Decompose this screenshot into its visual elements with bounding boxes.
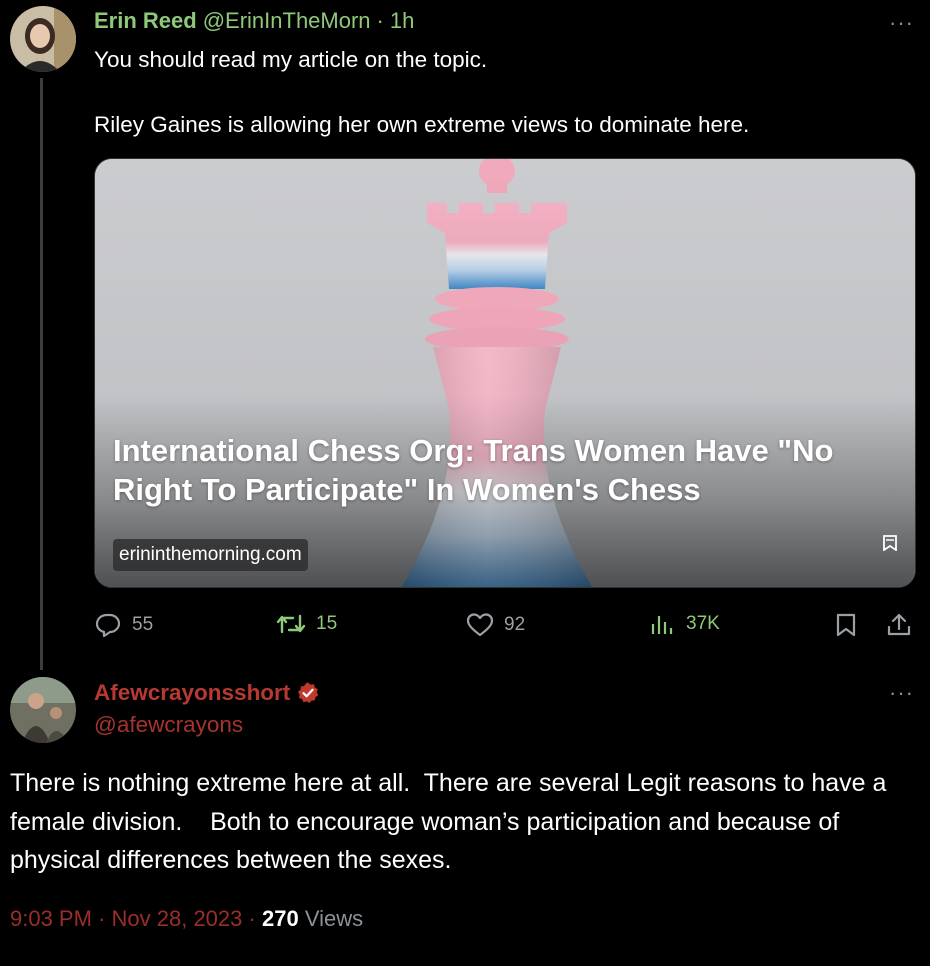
tweet-time[interactable]: 1h <box>390 8 414 34</box>
verified-badge-icon <box>298 682 319 703</box>
more-icon[interactable]: ··· <box>889 682 914 704</box>
card-domain[interactable]: erininthemorning.com <box>113 539 308 571</box>
bookmark-icon <box>836 613 856 637</box>
share-icon <box>887 613 911 636</box>
like-icon <box>466 613 494 637</box>
thread-connector <box>40 78 43 670</box>
tweet-time[interactable]: 9:03 PM <box>10 906 92 931</box>
tweet1-text: You should read my article on the topic.… <box>94 44 894 140</box>
tweet1-text-line: You should read my article on the topic. <box>94 47 488 72</box>
link-card[interactable]: International Chess Org: Trans Women Hav… <box>94 158 916 588</box>
card-title[interactable]: International Chess Org: Trans Women Hav… <box>113 431 903 509</box>
views-button[interactable]: 37K <box>650 612 720 636</box>
tweet1-header: Erin Reed @ErinInTheMorn · 1h <box>94 8 414 38</box>
bookmark-button[interactable] <box>834 612 858 638</box>
views-count: 270 <box>261 906 299 931</box>
tweet-date[interactable]: Nov 28, 2023 <box>112 906 243 931</box>
author-handle[interactable]: @ErinInTheMorn <box>203 8 371 34</box>
avatar-erin[interactable] <box>10 6 76 72</box>
separator: · <box>98 906 106 931</box>
tweet2-text: There is nothing extreme here at all. Th… <box>10 769 894 874</box>
repost-count: 15 <box>316 613 338 634</box>
reply-button[interactable]: 55 <box>94 612 153 638</box>
separator: · <box>248 906 256 931</box>
views-icon <box>651 616 673 634</box>
tweet2-meta: 9:03 PM · Nov 28, 2023 · 270 Views <box>10 906 363 932</box>
author-name[interactable]: Afewcrayonsshort <box>94 680 290 706</box>
tweet1-actions: 55 15 92 37K <box>94 612 918 640</box>
separator: · <box>376 8 384 33</box>
like-button[interactable]: 92 <box>466 612 525 638</box>
repost-icon <box>276 614 306 634</box>
views-label: Views <box>304 906 364 931</box>
repost-button[interactable]: 15 <box>276 612 337 636</box>
tweet1-text-line: Riley Gaines is allowing her own extreme… <box>94 112 750 137</box>
tweet2-author[interactable]: Afewcrayonsshort <box>94 680 320 706</box>
avatar-afewcrayons[interactable] <box>10 677 76 743</box>
views-count: 37K <box>686 613 720 634</box>
author-name[interactable]: Erin Reed <box>94 8 197 34</box>
reply-icon <box>95 613 121 638</box>
like-count: 92 <box>504 614 526 635</box>
more-icon[interactable]: ··· <box>889 12 914 34</box>
card-image <box>95 159 915 587</box>
share-button[interactable] <box>886 612 912 638</box>
author-handle[interactable]: @afewcrayons <box>94 712 243 738</box>
reply-count: 55 <box>132 614 154 635</box>
card-flag-icon <box>883 535 897 551</box>
